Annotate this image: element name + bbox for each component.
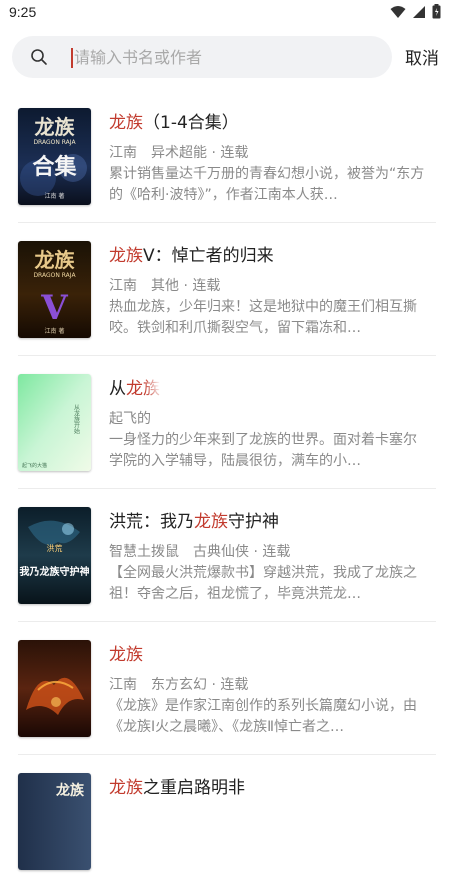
list-item[interactable]: 龙族 DRAGON RAJA 合集 江南 著 龙族（1-4合集） 江南 异术超能 …	[0, 90, 453, 223]
book-title[interactable]: 龙族之重启路明非	[109, 773, 245, 798]
book-cover: 洪荒 我乃龙族守护神	[18, 507, 91, 604]
title-highlight: 龙族	[109, 778, 143, 798]
cover-title: 龙族	[35, 248, 76, 272]
cover-title: 我乃龙族守护神	[20, 565, 90, 578]
book-description: 【全网最火洪荒爆款书】穿越洪荒，我成了龙族之祖！夺舍之后，祖龙慌了，毕竟洪荒龙…	[109, 565, 417, 602]
cover-big-text: 合集	[32, 154, 77, 180]
book-description: 热血龙族，少年归来！这是地狱中的魔王们相互撕咬。铁剑和利爪撕裂空气，留下霜冻和…	[109, 299, 417, 336]
title-prefix: 洪荒：我乃	[109, 512, 194, 532]
search-icon	[30, 48, 48, 66]
book-author: 江南	[109, 145, 137, 161]
search-row: 取消	[0, 34, 453, 80]
list-item[interactable]: 龙族 DRAGON RAJA V 江南 著 龙族V：悼亡者的归来 江南 其他 · …	[0, 223, 453, 356]
cover-subtitle: DRAGON RAJA	[33, 272, 76, 279]
book-title[interactable]: 龙族（1-4合集）	[109, 108, 239, 133]
book-category: 古典仙侠 · 连载	[193, 544, 291, 560]
cover-vertical-title: 从龙族开始	[73, 404, 80, 435]
cover-author: 江南 著	[45, 327, 65, 335]
book-cover: 从龙族开始 起飞的大猫	[18, 374, 91, 471]
book-author: 起飞的	[109, 411, 151, 427]
cover-title: 龙族	[55, 782, 85, 799]
cancel-button[interactable]: 取消	[405, 44, 439, 69]
title-highlight: 龙族	[109, 246, 143, 266]
book-category: 东方玄幻 · 连载	[151, 677, 249, 693]
list-item[interactable]: 龙族 龙族之重启路明非	[0, 755, 453, 888]
book-author: 江南	[109, 278, 137, 294]
title-rest: 守护神	[228, 512, 279, 532]
title-highlight: 龙族	[194, 512, 228, 532]
book-meta: 江南 东方玄幻 · 连载	[109, 674, 248, 694]
blurred-overlay	[145, 360, 215, 410]
book-author: 智慧土拨鼠	[109, 544, 179, 560]
book-title[interactable]: 洪荒：我乃龙族守护神	[109, 507, 279, 532]
title-rest: （1-4合集）	[143, 113, 239, 133]
title-prefix: 从	[109, 379, 126, 399]
book-description: 一身怪力的少年来到了龙族的世界。面对着卡塞尔学院的入学辅导，陆晨很彷，满车的小…	[109, 432, 417, 469]
cover-title: 龙族	[35, 115, 76, 139]
book-cover: 龙族	[18, 773, 91, 870]
book-meta: 江南 其他 · 连载	[109, 275, 220, 295]
book-title[interactable]: 龙族V：悼亡者的归来	[109, 241, 274, 266]
book-description: 《龙族》是作家江南创作的系列长篇魔幻小说，由《龙族Ⅰ火之晨曦》、《龙族Ⅱ悼亡者之…	[109, 698, 417, 735]
cover-big-text: V	[40, 288, 68, 328]
book-category: 其他 · 连载	[151, 278, 221, 294]
status-time: 9:25	[9, 4, 37, 20]
title-highlight: 龙族	[109, 645, 143, 665]
battery-icon	[432, 4, 441, 23]
text-caret	[71, 48, 73, 68]
title-highlight: 龙族	[109, 113, 143, 133]
book-title[interactable]: 龙族	[109, 640, 143, 665]
wifi-icon	[390, 4, 406, 23]
title-rest: V：悼亡者的归来	[143, 246, 274, 266]
cover-top-text: 洪荒	[47, 543, 63, 553]
search-input[interactable]	[74, 36, 374, 78]
list-item[interactable]: 从龙族开始 起飞的大猫 从龙族 起飞的 一身怪力的少年来到了龙族的世界。面对着卡…	[0, 356, 453, 489]
book-meta: 智慧土拨鼠 古典仙侠 · 连载	[109, 541, 290, 561]
list-item[interactable]: 洪荒 我乃龙族守护神 洪荒：我乃龙族守护神 智慧土拨鼠 古典仙侠 · 连载 【全网…	[0, 489, 453, 622]
book-author: 江南	[109, 677, 137, 693]
book-description: 累计销售量达千万册的青春幻想小说，被誉为“东方的《哈利·波特》”，作者江南本人获…	[109, 166, 425, 203]
book-meta: 江南 异术超能 · 连载	[109, 142, 248, 162]
cover-author: 江南 著	[45, 192, 65, 200]
list-item[interactable]: 龙族 江南 东方玄幻 · 连载 《龙族》是作家江南创作的系列长篇魔幻小说，由《龙族…	[0, 622, 453, 755]
search-box[interactable]	[12, 36, 392, 78]
result-list: 龙族 DRAGON RAJA 合集 江南 著 龙族（1-4合集） 江南 异术超能 …	[0, 90, 453, 888]
book-cover: 龙族 DRAGON RAJA V 江南 著	[18, 241, 91, 338]
title-rest: 之重启路明非	[143, 778, 245, 798]
status-bar: 9:25	[0, 0, 453, 28]
signal-icon	[412, 4, 426, 23]
book-cover	[18, 640, 91, 737]
book-category: 异术超能 · 连载	[151, 145, 249, 161]
cover-author: 起飞的大猫	[22, 462, 47, 469]
book-cover: 龙族 DRAGON RAJA 合集 江南 著	[18, 108, 91, 205]
cover-subtitle: DRAGON RAJA	[33, 139, 76, 146]
book-meta: 起飞的	[109, 408, 165, 428]
status-icons	[390, 4, 441, 23]
